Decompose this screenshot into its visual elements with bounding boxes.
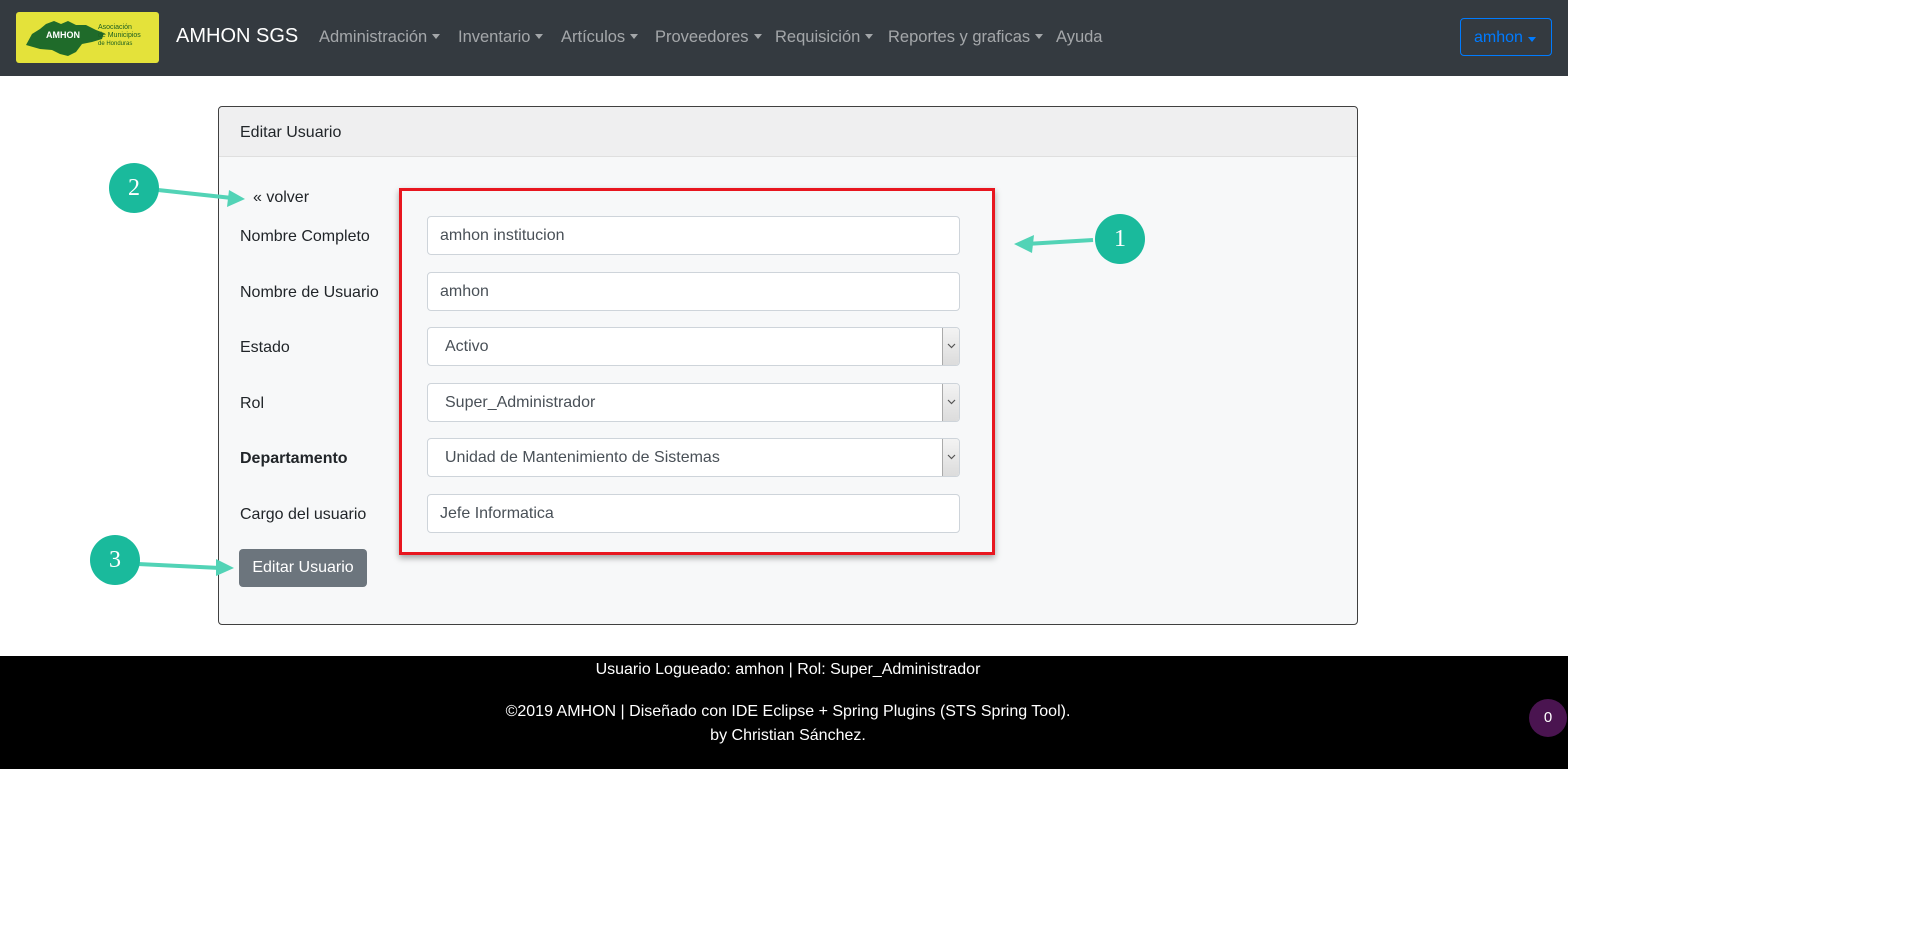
footer-author: by Christian Sánchez. <box>710 727 866 744</box>
callout-badge-2: 2 <box>109 163 159 213</box>
callout-arrows <box>137 188 1094 576</box>
callout-badge-3: 3 <box>90 535 140 585</box>
page-footer: Usuario Logueado: amhon | Rol: Super_Adm… <box>0 656 1568 769</box>
footer-logged-user: Usuario Logueado: amhon | Rol: Super_Adm… <box>595 661 981 678</box>
footer-copyright: ©2019 AMHON | Diseñado con IDE Eclipse +… <box>505 703 1071 720</box>
notification-counter-badge[interactable]: 0 <box>1529 699 1567 737</box>
callout-badge-1: 1 <box>1095 214 1145 264</box>
